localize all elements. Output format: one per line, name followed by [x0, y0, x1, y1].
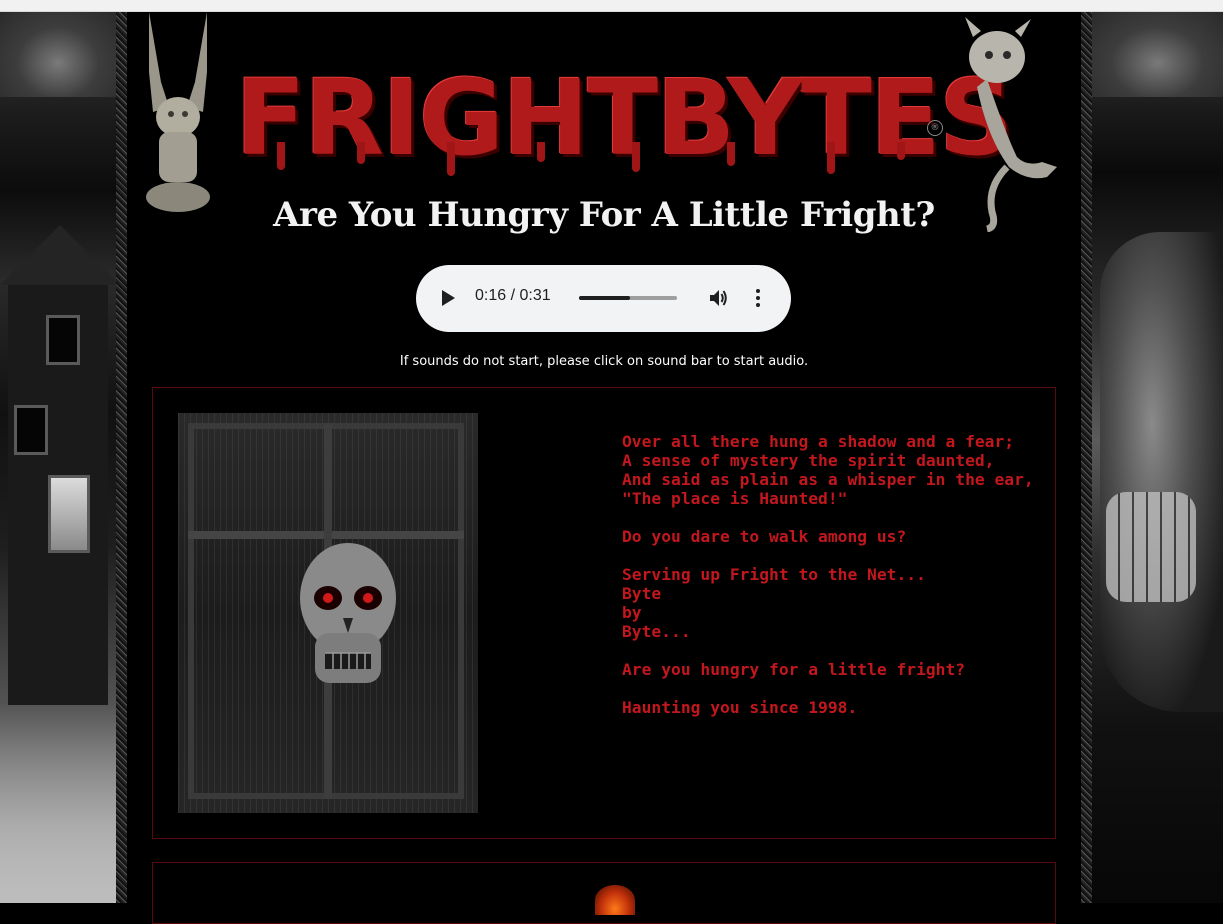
gargoyle-wing-art-right	[1092, 12, 1223, 97]
poem-line: Byte...	[622, 622, 691, 641]
sound-instructions: If sounds do not start, please click on …	[399, 354, 809, 369]
second-panel	[152, 862, 1056, 924]
fog-art	[0, 703, 116, 903]
audio-progress-bar[interactable]	[579, 296, 677, 300]
browser-top-edge	[0, 0, 1223, 12]
intro-panel: Over all there hung a shadow and a fear;…	[152, 387, 1056, 839]
site-tagline: Are You Hungry For A Little Fright?	[273, 195, 935, 235]
skull-art	[1100, 232, 1223, 712]
flame-image	[595, 885, 635, 915]
more-options-icon[interactable]	[755, 289, 761, 309]
registered-mark: ®	[927, 120, 943, 136]
left-border-strip	[116, 12, 127, 903]
poem-line: Over all there hung a shadow and a fear;	[622, 432, 1015, 451]
poem-line: Haunting you since 1998.	[622, 698, 858, 717]
audio-time: 0:16 / 0:31	[475, 287, 551, 304]
skull-window-image	[178, 413, 478, 813]
left-side-artwork	[0, 12, 116, 903]
intro-poem: Over all there hung a shadow and a fear;…	[622, 432, 1034, 717]
haunted-house-art	[0, 225, 116, 705]
audio-progress-fill	[579, 296, 630, 300]
gargoyle-wing-art	[0, 12, 116, 97]
skull-teeth-art	[1106, 492, 1196, 602]
poem-line: Do you dare to walk among us?	[622, 527, 907, 546]
poem-line: Are you hungry for a little fright?	[622, 660, 966, 679]
audio-player[interactable]: 0:16 / 0:31	[416, 265, 791, 332]
volume-icon[interactable]	[708, 288, 728, 308]
play-icon[interactable]	[442, 290, 455, 306]
main-content: FRIGHTBYTES ® Are You Hungry For A Littl…	[127, 12, 1081, 924]
skull-icon	[300, 543, 396, 683]
poem-line: A sense of mystery the spirit daunted,	[622, 451, 995, 470]
site-header: FRIGHTBYTES ® Are You Hungry For A Littl…	[127, 12, 1081, 252]
poem-line: And said as plain as a whisper in the ea…	[622, 470, 1034, 489]
gargoyle-statue-left	[146, 12, 210, 212]
poem-line: by	[622, 603, 642, 622]
right-border-strip	[1081, 12, 1092, 903]
poem-line: Serving up Fright to the Net...	[622, 565, 926, 584]
poem-line: Byte	[622, 584, 662, 603]
poem-line: "The place is Haunted!"	[622, 489, 848, 508]
right-side-artwork	[1092, 12, 1223, 903]
